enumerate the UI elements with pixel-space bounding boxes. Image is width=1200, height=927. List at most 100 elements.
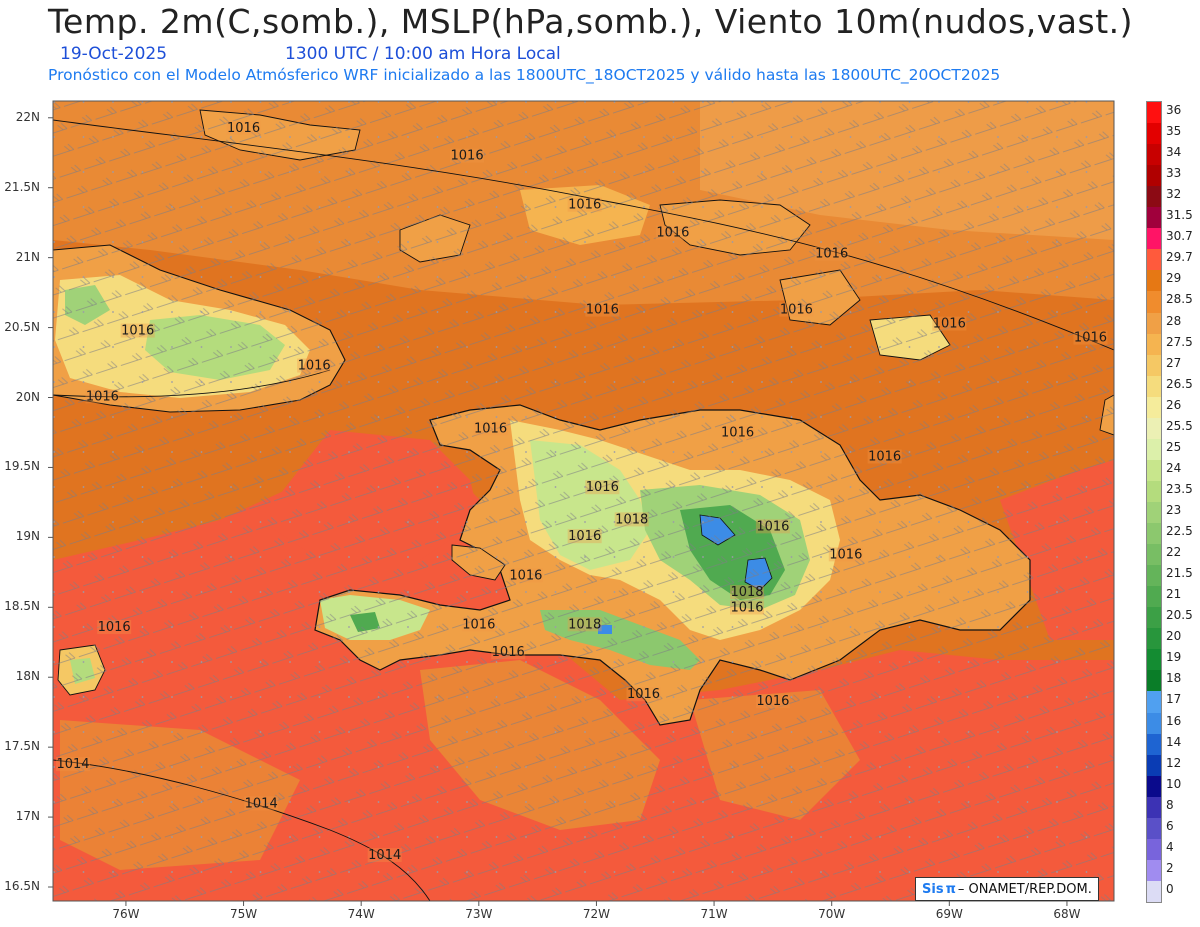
colorbar-segment <box>1147 796 1161 819</box>
colorbar-label: 33 <box>1166 166 1182 181</box>
isobar-label: 1016 <box>568 529 601 544</box>
lat-label: 22N <box>15 109 40 124</box>
colorbar-label: 25.5 <box>1166 418 1193 433</box>
colorbar-label: 12 <box>1166 755 1182 770</box>
weather-map: 1016 1016 1016 1016 1016 1016 1016 1016 1016 1016… <box>48 100 1115 906</box>
colorbar-label: 36 <box>1166 103 1182 117</box>
colorbar-segment <box>1147 523 1161 545</box>
colorbar-label: 25 <box>1166 439 1182 454</box>
colorbar-segment <box>1147 565 1161 587</box>
colorbar-segment <box>1147 649 1161 671</box>
colorbar-label: 16 <box>1166 713 1182 728</box>
isobar-label: 1016 <box>721 426 754 441</box>
isobar-label: 1016 <box>730 600 763 615</box>
lat-label: 19.5N <box>4 459 40 474</box>
colorbar-segment <box>1147 733 1161 756</box>
isobar-label: 1016 <box>121 324 154 339</box>
colorbar-segment <box>1147 607 1161 629</box>
colorbar-label: 22 <box>1166 545 1182 560</box>
isobar-label: 1014 <box>368 848 401 863</box>
colorbar-label: 29.7 <box>1166 250 1193 265</box>
colorbar-segment <box>1147 354 1161 377</box>
colorbar-segment <box>1147 165 1161 187</box>
colorbar-segment <box>1147 754 1161 777</box>
colorbar-label: 20 <box>1166 629 1182 644</box>
colorbar-segment <box>1147 775 1161 798</box>
colorbar-label: 20.5 <box>1166 608 1193 623</box>
lon-label: 69W <box>935 907 963 921</box>
colorbar-label: 32 <box>1166 187 1182 202</box>
isobar-label: 1018 <box>730 585 763 600</box>
lon-label: 76W <box>112 907 140 921</box>
isobar-label: 1016 <box>462 617 495 632</box>
colorbar-segment <box>1147 270 1161 292</box>
isobar-label: 1016 <box>586 303 619 318</box>
colorbar-label: 27.5 <box>1166 334 1193 349</box>
colorbar-label: 29 <box>1166 271 1182 286</box>
isobar-label: 1016 <box>627 687 660 702</box>
colorbar-label: 21.5 <box>1166 566 1193 581</box>
colorbar-label: 8 <box>1166 797 1174 812</box>
isobar-label: 1016 <box>98 620 131 635</box>
isobar-label: 1016 <box>756 694 789 709</box>
isobar-label: 1018 <box>568 617 601 632</box>
colorbar-segment <box>1147 838 1161 861</box>
colorbar-segment <box>1147 375 1161 398</box>
isobar-label: 1016 <box>586 480 619 495</box>
isobar-label: 1016 <box>656 226 689 241</box>
isobar-label: 1016 <box>451 149 484 164</box>
lat-label: 16.5N <box>4 879 40 893</box>
colorbar-segment <box>1147 186 1161 208</box>
grid-dots <box>53 101 1114 901</box>
colorbar-segment <box>1147 228 1161 250</box>
isobar-label: 1014 <box>56 757 89 772</box>
lat-label: 18N <box>15 669 40 684</box>
isobar-label: 1014 <box>245 796 278 811</box>
isobar-label: 1016 <box>756 519 789 534</box>
colorbar-segment <box>1147 207 1161 229</box>
isobar-label: 1016 <box>227 121 260 136</box>
colorbar-label: 0 <box>1166 881 1174 896</box>
colorbar-segment <box>1147 817 1161 840</box>
colorbar-label: 27 <box>1166 355 1182 370</box>
colorbar-label: 34 <box>1166 145 1182 160</box>
temperature-colorbar <box>1146 101 1162 903</box>
colorbar-label: 4 <box>1166 839 1174 854</box>
lat-label: 21N <box>15 249 40 264</box>
colorbar-segment <box>1147 144 1161 166</box>
isobar-label: 1016 <box>568 198 601 213</box>
colorbar-segment <box>1147 333 1161 356</box>
colorbar-label: 30.7 <box>1166 229 1193 244</box>
lon-label: 68W <box>1053 907 1081 921</box>
colorbar-segment <box>1147 880 1161 903</box>
brand-pi: π <box>945 881 956 897</box>
brand-badge: Sis π – ONAMET/REP.DOM. <box>915 877 1099 901</box>
colorbar-label: 28 <box>1166 313 1182 328</box>
colorbar-segment <box>1147 628 1161 650</box>
isobar-label: 1016 <box>298 359 331 374</box>
colorbar-label: 26 <box>1166 397 1182 412</box>
colorbar-segment <box>1147 459 1161 482</box>
colorbar-label: 18 <box>1166 671 1182 686</box>
colorbar-segment <box>1147 417 1161 440</box>
lat-label: 20.5N <box>4 319 40 334</box>
colorbar-segment <box>1147 291 1161 314</box>
lat-label: 17N <box>15 809 40 824</box>
colorbar-segment <box>1147 691 1161 714</box>
colorbar-segment <box>1147 712 1161 735</box>
colorbar-label: 2 <box>1166 860 1174 875</box>
lon-label: 70W <box>818 907 846 921</box>
isobar-label: 1016 <box>780 303 813 318</box>
colorbar-segment <box>1147 859 1161 882</box>
colorbar-segment <box>1147 123 1161 145</box>
lon-label: 73W <box>465 907 493 921</box>
colorbar-segment <box>1147 480 1161 503</box>
colorbar-label: 21 <box>1166 587 1182 602</box>
colorbar-label: 24 <box>1166 460 1182 475</box>
isobar-label: 1016 <box>1074 331 1107 346</box>
lat-label: 17.5N <box>4 739 40 754</box>
colorbar-label: 19 <box>1166 650 1182 665</box>
brand-sis: Sis <box>922 881 944 897</box>
colorbar-label: 35 <box>1166 124 1182 139</box>
lon-label: 71W <box>700 907 728 921</box>
